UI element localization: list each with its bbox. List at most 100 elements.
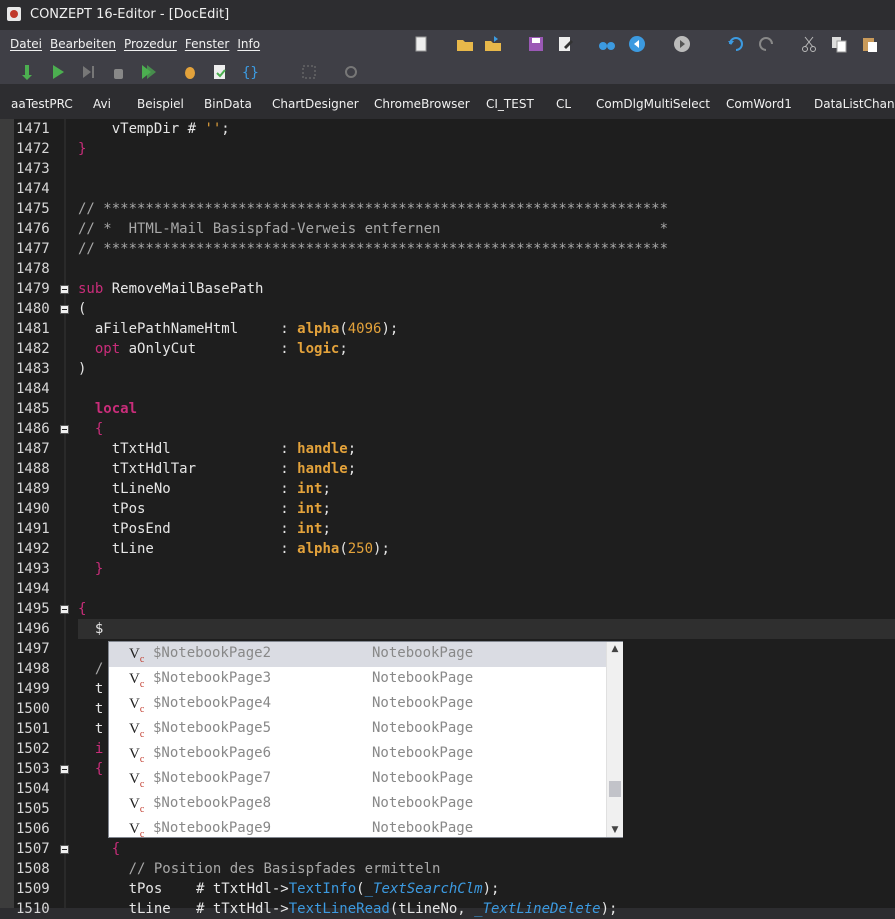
open-folder-icon[interactable] bbox=[456, 35, 474, 53]
line-number: 1478 bbox=[16, 261, 50, 277]
variable-const-icon: Vc bbox=[129, 746, 145, 765]
line-number: 1492 bbox=[16, 541, 50, 557]
menu-fenster[interactable]: Fenster bbox=[181, 37, 234, 57]
braces-icon[interactable]: {} bbox=[241, 63, 259, 81]
tab-beispiel[interactable]: Beispiel bbox=[137, 97, 184, 111]
line-number: 1498 bbox=[16, 661, 50, 677]
menu-datei[interactable]: Datei bbox=[6, 37, 46, 57]
binoculars-icon[interactable] bbox=[598, 35, 616, 53]
undo-icon[interactable] bbox=[727, 35, 745, 53]
fold-marker[interactable] bbox=[60, 425, 69, 434]
scroll-thumb[interactable] bbox=[609, 781, 621, 797]
fold-marker[interactable] bbox=[60, 305, 69, 314]
code-line: tPos : int; bbox=[78, 501, 331, 517]
hand-icon[interactable] bbox=[109, 63, 127, 81]
copy-icon[interactable] bbox=[830, 35, 848, 53]
scroll-up-icon[interactable]: ▲ bbox=[608, 642, 622, 656]
save-icon[interactable] bbox=[527, 35, 545, 53]
line-number: 1499 bbox=[16, 681, 50, 697]
tab-chartdesigner[interactable]: ChartDesigner bbox=[272, 97, 359, 111]
run-all-icon[interactable] bbox=[139, 63, 157, 81]
line-number: 1476 bbox=[16, 221, 50, 237]
debug-bug-icon[interactable] bbox=[181, 63, 199, 81]
item-name: $NotebookPage6 bbox=[153, 745, 272, 761]
autocomplete-item[interactable]: Vc $NotebookPage3 NotebookPage bbox=[109, 667, 606, 692]
app-icon bbox=[7, 7, 21, 21]
autocomplete-item[interactable]: Vc $NotebookPage9 NotebookPage bbox=[109, 817, 606, 842]
svg-text:{}: {} bbox=[242, 65, 259, 81]
line-number: 1504 bbox=[16, 781, 50, 797]
autocomplete-item[interactable]: Vc $NotebookPage8 NotebookPage bbox=[109, 792, 606, 817]
item-name: $NotebookPage5 bbox=[153, 720, 272, 736]
tab-ci-test[interactable]: CI_TEST bbox=[486, 97, 534, 111]
autocomplete-item[interactable]: Vc $NotebookPage4 NotebookPage bbox=[109, 692, 606, 717]
line-number: 1506 bbox=[16, 821, 50, 837]
menu-info[interactable]: Info bbox=[233, 37, 264, 57]
current-line-highlight bbox=[78, 619, 895, 639]
tab-aatestprc[interactable]: aaTestPRC bbox=[11, 97, 73, 111]
line-number: 1496 bbox=[16, 621, 50, 637]
autocomplete-item[interactable]: Vc $NotebookPage5 NotebookPage bbox=[109, 717, 606, 742]
menu-toolbar-area: Datei Bearbeiten Prozedur Fenster Info {… bbox=[0, 30, 895, 84]
run-icon[interactable] bbox=[49, 63, 67, 81]
variable-const-icon: Vc bbox=[129, 646, 145, 665]
stop-icon[interactable] bbox=[79, 63, 97, 81]
item-type: NotebookPage bbox=[372, 670, 474, 686]
code-line: { bbox=[78, 601, 87, 617]
settings-icon[interactable] bbox=[342, 63, 360, 81]
code-line: { bbox=[94, 761, 104, 777]
code-line: { bbox=[94, 421, 104, 437]
menu-bearbeiten[interactable]: Bearbeiten bbox=[46, 37, 120, 57]
step-icon[interactable] bbox=[19, 63, 37, 81]
cut-icon[interactable] bbox=[800, 35, 818, 53]
fold-marker[interactable] bbox=[60, 765, 69, 774]
line-number: 1505 bbox=[16, 801, 50, 817]
line-number: 1473 bbox=[16, 161, 50, 177]
tab-bindata[interactable]: BinData bbox=[204, 97, 252, 111]
line-number: 1472 bbox=[16, 141, 50, 157]
tab-cl[interactable]: CL bbox=[556, 97, 571, 111]
edit-icon[interactable] bbox=[556, 35, 574, 53]
variable-const-icon: Vc bbox=[129, 796, 145, 815]
autocomplete-popup[interactable]: Vc $NotebookPage2 NotebookPage Vc $NotebookP… bbox=[108, 641, 623, 840]
line-number: 1503 bbox=[16, 761, 50, 777]
check-doc-icon[interactable] bbox=[211, 63, 229, 81]
expand-icon[interactable] bbox=[300, 63, 318, 81]
paste-icon[interactable] bbox=[860, 35, 878, 53]
fold-marker[interactable] bbox=[60, 285, 69, 294]
menu-prozedur[interactable]: Prozedur bbox=[120, 37, 181, 57]
line-number: 1502 bbox=[16, 741, 50, 757]
item-name: $NotebookPage7 bbox=[153, 770, 272, 786]
variable-const-icon: Vc bbox=[129, 771, 145, 790]
item-name: $NotebookPage3 bbox=[153, 670, 272, 686]
fold-marker[interactable] bbox=[60, 605, 69, 614]
tab-comdlgmultiselect[interactable]: ComDlgMultiSelect bbox=[596, 97, 710, 111]
tab-comword1[interactable]: ComWord1 bbox=[726, 97, 792, 111]
popup-scrollbar[interactable]: ▲ ▼ bbox=[606, 642, 623, 837]
line-number: 1487 bbox=[16, 441, 50, 457]
tab-avi[interactable]: Avi bbox=[93, 97, 111, 111]
open-recent-icon[interactable] bbox=[484, 35, 502, 53]
autocomplete-item[interactable]: Vc $NotebookPage7 NotebookPage bbox=[109, 767, 606, 792]
item-type: NotebookPage bbox=[372, 645, 474, 661]
code-line: t bbox=[78, 701, 104, 717]
redo-icon[interactable] bbox=[757, 35, 775, 53]
code-line: // *************************************… bbox=[78, 201, 669, 217]
forward-arrow-icon[interactable] bbox=[673, 35, 691, 53]
line-number: 1486 bbox=[16, 421, 50, 437]
code-line: tTxtHdl : handle; bbox=[78, 441, 357, 457]
tab-datalistchange[interactable]: DataListChange bbox=[814, 97, 895, 111]
line-number: 1474 bbox=[16, 181, 50, 197]
code-line: / bbox=[94, 661, 104, 677]
fold-marker[interactable] bbox=[60, 845, 69, 854]
tab-chromebrowser[interactable]: ChromeBrowser bbox=[374, 97, 470, 111]
autocomplete-item[interactable]: Vc $NotebookPage6 NotebookPage bbox=[109, 742, 606, 767]
line-number: 1495 bbox=[16, 601, 50, 617]
back-arrow-icon[interactable] bbox=[628, 35, 646, 53]
autocomplete-item[interactable]: Vc $NotebookPage2 NotebookPage bbox=[109, 642, 606, 667]
scroll-down-icon[interactable]: ▼ bbox=[608, 823, 622, 837]
code-line: // Position des Basispfades ermitteln bbox=[128, 861, 441, 877]
line-number: 1501 bbox=[16, 721, 50, 737]
new-document-icon[interactable] bbox=[412, 35, 430, 53]
code-line: tLineNo : int; bbox=[78, 481, 331, 497]
